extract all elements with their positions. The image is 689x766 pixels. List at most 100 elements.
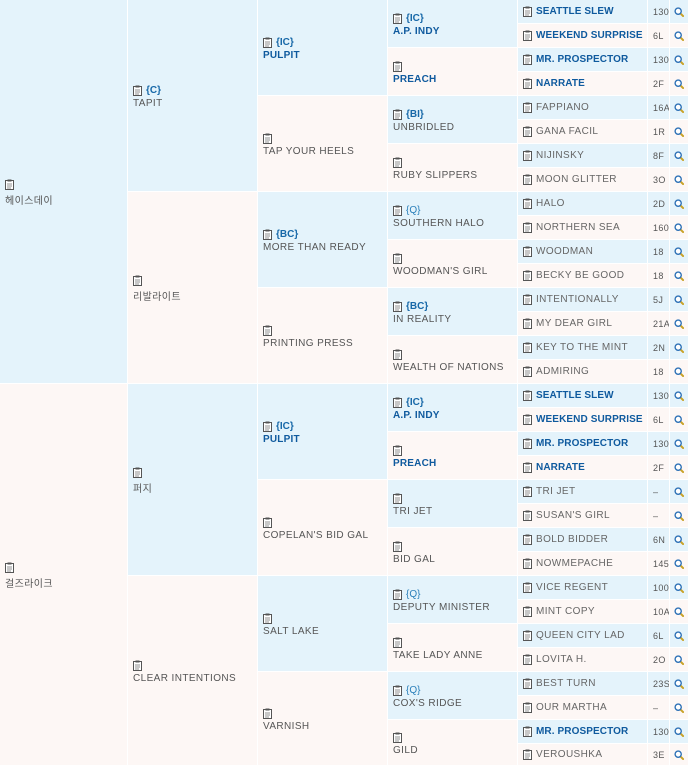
clipboard-icon[interactable] bbox=[393, 685, 402, 696]
clipboard-icon[interactable] bbox=[263, 37, 272, 48]
clipboard-icon[interactable] bbox=[5, 179, 14, 190]
horse-name[interactable]: VEROUSHKA bbox=[536, 749, 602, 760]
clipboard-icon[interactable] bbox=[5, 562, 14, 573]
horse-name[interactable]: SOUTHERN HALO bbox=[393, 218, 517, 229]
search-cell[interactable] bbox=[670, 528, 689, 552]
search-cell[interactable] bbox=[670, 624, 689, 648]
horse-name[interactable]: 리발라이트 bbox=[133, 288, 257, 303]
search-cell[interactable] bbox=[670, 264, 689, 288]
clipboard-icon[interactable] bbox=[523, 654, 532, 665]
horse-name[interactable]: TRI JET bbox=[393, 506, 517, 517]
horse-name[interactable]: BID GAL bbox=[393, 554, 517, 565]
horse-name[interactable]: TRI JET bbox=[536, 486, 575, 497]
clipboard-icon[interactable] bbox=[393, 253, 402, 264]
search-cell[interactable] bbox=[670, 144, 689, 168]
magnifier-icon[interactable] bbox=[674, 294, 684, 305]
search-cell[interactable] bbox=[670, 72, 689, 96]
clipboard-icon[interactable] bbox=[393, 445, 402, 456]
horse-name[interactable]: NIJINSKY bbox=[536, 150, 584, 161]
horse-name[interactable]: HALO bbox=[536, 198, 565, 209]
clipboard-icon[interactable] bbox=[133, 467, 142, 478]
clipboard-icon[interactable] bbox=[393, 493, 402, 504]
search-cell[interactable] bbox=[670, 216, 689, 240]
clipboard-icon[interactable] bbox=[393, 541, 402, 552]
magnifier-icon[interactable] bbox=[674, 6, 684, 17]
horse-name[interactable]: BECKY BE GOOD bbox=[536, 270, 624, 281]
search-cell[interactable] bbox=[670, 552, 689, 576]
clipboard-icon[interactable] bbox=[523, 462, 532, 473]
clipboard-icon[interactable] bbox=[523, 102, 532, 113]
horse-name[interactable]: VICE REGENT bbox=[536, 582, 608, 593]
clipboard-icon[interactable] bbox=[133, 85, 142, 96]
horse-name[interactable]: PULPIT bbox=[263, 434, 387, 445]
clipboard-icon[interactable] bbox=[523, 390, 532, 401]
search-cell[interactable] bbox=[670, 696, 689, 720]
magnifier-icon[interactable] bbox=[674, 606, 684, 617]
horse-name[interactable]: SUSAN'S GIRL bbox=[536, 510, 610, 521]
horse-name[interactable]: A.P. INDY bbox=[393, 410, 517, 421]
magnifier-icon[interactable] bbox=[674, 174, 684, 185]
clipboard-icon[interactable] bbox=[523, 270, 532, 281]
horse-name[interactable]: SEATTLE SLEW bbox=[536, 6, 614, 17]
magnifier-icon[interactable] bbox=[674, 30, 684, 41]
clipboard-icon[interactable] bbox=[393, 157, 402, 168]
magnifier-icon[interactable] bbox=[674, 222, 684, 233]
search-cell[interactable] bbox=[670, 744, 689, 766]
horse-name[interactable]: FAPPIANO bbox=[536, 102, 589, 113]
horse-name[interactable]: MOON GLITTER bbox=[536, 174, 617, 185]
search-cell[interactable] bbox=[670, 120, 689, 144]
clipboard-icon[interactable] bbox=[133, 660, 142, 671]
horse-name[interactable]: WOODMAN'S GIRL bbox=[393, 266, 517, 277]
clipboard-icon[interactable] bbox=[523, 582, 532, 593]
magnifier-icon[interactable] bbox=[674, 318, 684, 329]
magnifier-icon[interactable] bbox=[674, 462, 684, 473]
clipboard-icon[interactable] bbox=[523, 438, 532, 449]
magnifier-icon[interactable] bbox=[674, 390, 684, 401]
clipboard-icon[interactable] bbox=[523, 54, 532, 65]
clipboard-icon[interactable] bbox=[393, 13, 402, 24]
horse-name[interactable]: PREACH bbox=[393, 458, 517, 469]
magnifier-icon[interactable] bbox=[674, 726, 684, 737]
clipboard-icon[interactable] bbox=[523, 726, 532, 737]
horse-name[interactable]: VARNISH bbox=[263, 721, 387, 732]
search-cell[interactable] bbox=[670, 48, 689, 72]
horse-name[interactable]: IN REALITY bbox=[393, 314, 517, 325]
search-cell[interactable] bbox=[670, 24, 689, 48]
horse-name[interactable]: WEEKEND SURPRISE bbox=[536, 414, 643, 425]
search-cell[interactable] bbox=[670, 360, 689, 384]
clipboard-icon[interactable] bbox=[523, 414, 532, 425]
horse-name[interactable]: PRINTING PRESS bbox=[263, 338, 387, 349]
horse-name[interactable]: COX'S RIDGE bbox=[393, 698, 517, 709]
clipboard-icon[interactable] bbox=[523, 198, 532, 209]
horse-name[interactable]: RUBY SLIPPERS bbox=[393, 170, 517, 181]
magnifier-icon[interactable] bbox=[674, 198, 684, 209]
clipboard-icon[interactable] bbox=[523, 606, 532, 617]
search-cell[interactable] bbox=[670, 504, 689, 528]
magnifier-icon[interactable] bbox=[674, 486, 684, 497]
horse-name[interactable]: KEY TO THE MINT bbox=[536, 342, 628, 353]
magnifier-icon[interactable] bbox=[674, 534, 684, 545]
magnifier-icon[interactable] bbox=[674, 150, 684, 161]
horse-name[interactable]: MORE THAN READY bbox=[263, 242, 387, 253]
search-cell[interactable] bbox=[670, 408, 689, 432]
horse-name[interactable]: WOODMAN bbox=[536, 246, 593, 257]
search-cell[interactable] bbox=[670, 240, 689, 264]
horse-name[interactable]: SEATTLE SLEW bbox=[536, 390, 614, 401]
clipboard-icon[interactable] bbox=[393, 205, 402, 216]
clipboard-icon[interactable] bbox=[523, 702, 532, 713]
search-cell[interactable] bbox=[670, 720, 689, 744]
clipboard-icon[interactable] bbox=[393, 109, 402, 120]
horse-name[interactable]: A.P. INDY bbox=[393, 26, 517, 37]
clipboard-icon[interactable] bbox=[523, 678, 532, 689]
magnifier-icon[interactable] bbox=[674, 702, 684, 713]
clipboard-icon[interactable] bbox=[393, 349, 402, 360]
clipboard-icon[interactable] bbox=[263, 133, 272, 144]
clipboard-icon[interactable] bbox=[523, 558, 532, 569]
horse-name[interactable]: PREACH bbox=[393, 74, 517, 85]
horse-name[interactable]: ADMIRING bbox=[536, 366, 589, 377]
horse-name[interactable]: NOWMEPACHE bbox=[536, 558, 613, 569]
horse-name[interactable]: 퍼지 bbox=[133, 480, 257, 495]
horse-name[interactable]: BOLD BIDDER bbox=[536, 534, 608, 545]
clipboard-icon[interactable] bbox=[523, 150, 532, 161]
clipboard-icon[interactable] bbox=[523, 630, 532, 641]
